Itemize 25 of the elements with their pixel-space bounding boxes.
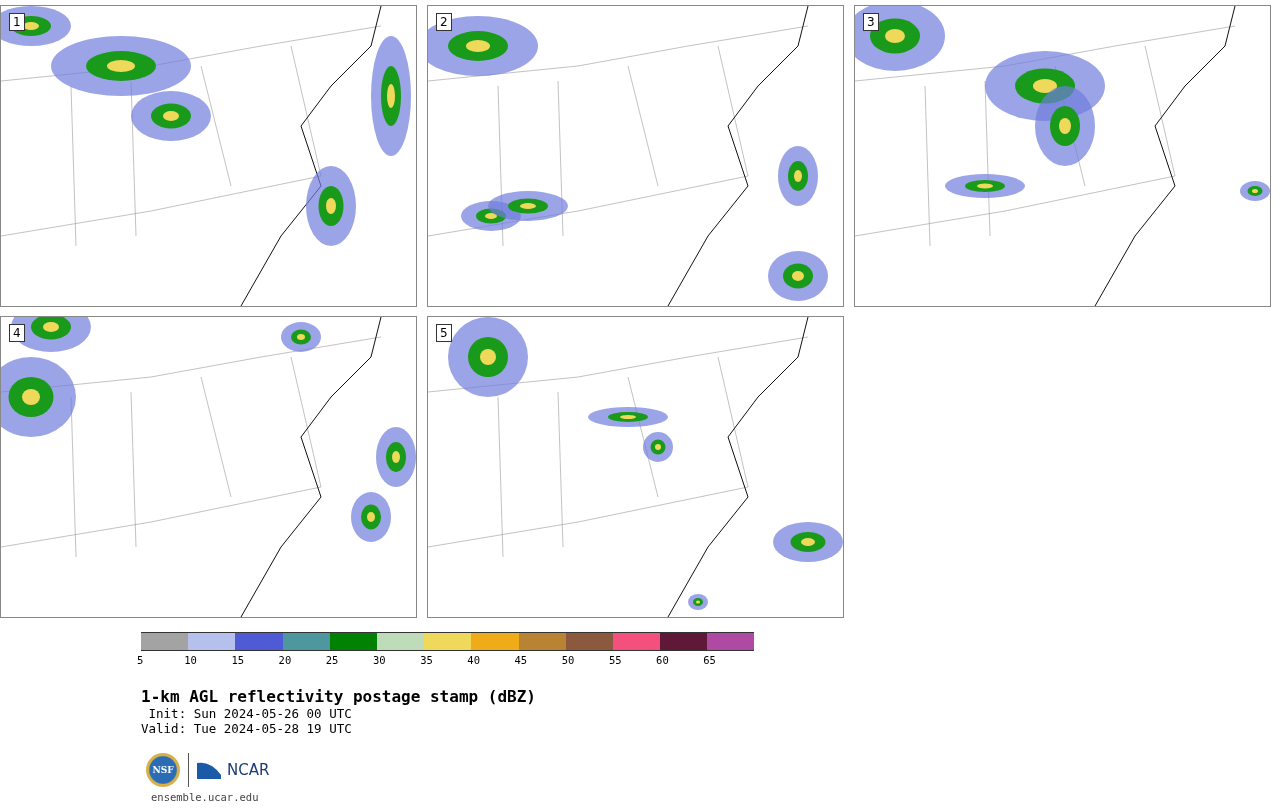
tick-label: 50 (561, 654, 575, 666)
tick-label: 20 (278, 654, 292, 666)
panel-number: 1 (9, 13, 25, 31)
panel-number: 2 (436, 13, 452, 31)
init-time: Init: Sun 2024-05-26 00 UTC (147, 706, 353, 721)
chart-title: 1-km AGL reflectivity postage stamp (dBZ) (141, 688, 537, 706)
tick-label: 5 (137, 654, 144, 666)
tick-label: 35 (420, 654, 433, 666)
seal-logo: NSF (146, 753, 180, 787)
tick-label: 30 (372, 654, 386, 666)
tick-label: 60 (656, 654, 669, 666)
site-url: ensemble.ucar.edu (151, 791, 260, 803)
tick-label: 65 (703, 654, 716, 666)
panel-number: 5 (436, 324, 452, 342)
panel-number: 4 (9, 324, 25, 342)
tick-label: 55 (608, 654, 622, 666)
valid-time: Valid: Tue 2024-05-28 19 UTC (141, 721, 353, 736)
tick-label: 25 (325, 654, 339, 666)
swoosh-icon (197, 761, 221, 779)
tick-label: 10 (184, 654, 197, 666)
tick-label: 40 (467, 654, 480, 666)
logo-name: NCAR (227, 761, 270, 779)
panel-number: 3 (863, 13, 879, 31)
tick-label: 45 (514, 654, 528, 666)
tick-label: 15 (231, 654, 245, 666)
